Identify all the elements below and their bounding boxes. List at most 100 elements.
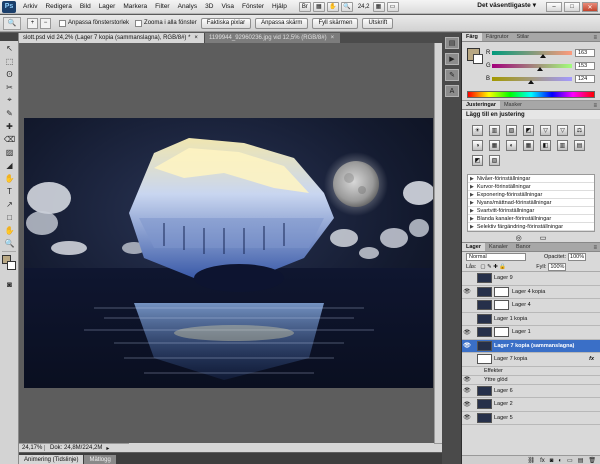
canvas-background[interactable]	[19, 43, 434, 443]
slider-knob[interactable]	[540, 53, 547, 58]
tool-icon[interactable]: 🔍	[2, 237, 17, 249]
menu-item[interactable]: Visa	[217, 3, 238, 10]
menu-item[interactable]: Lager	[95, 3, 120, 10]
adjustment-icon[interactable]: ▥	[489, 125, 500, 136]
tool-icon[interactable]: T	[2, 185, 17, 197]
tool-icon[interactable]: ↖	[2, 42, 17, 54]
adjustment-icon[interactable]: ☀	[472, 125, 483, 136]
preset-item[interactable]: ▶ Svartvitt-förinställningar	[468, 207, 594, 215]
zoom-in-icon[interactable]: +	[27, 17, 38, 29]
zoom-tool-preset-icon[interactable]: 🔍	[3, 16, 21, 30]
zoom-all-checkbox[interactable]: Zooma i alla fönster	[135, 19, 197, 27]
panel-menu-icon[interactable]: ≡	[590, 245, 600, 251]
tool-icon[interactable]: ▨	[2, 146, 17, 158]
zoom-tool-icon[interactable]: 🔍	[340, 1, 353, 12]
chevron-right-icon[interactable]: ▶	[470, 176, 474, 182]
minibridge-icon[interactable]: ▦	[312, 1, 325, 12]
menu-item[interactable]: Analys	[174, 3, 202, 10]
layer-row[interactable]: Lager 9	[462, 272, 600, 286]
tools-panel-header[interactable]	[0, 33, 18, 41]
tool-icon[interactable]: ⬚	[2, 55, 17, 67]
adjustment-icon[interactable]: ◩	[523, 125, 534, 136]
slider-knob[interactable]	[528, 79, 535, 84]
actions-icon[interactable]: ▶	[445, 53, 459, 65]
tool-icon[interactable]: ⌖	[2, 94, 17, 106]
adjustment-icon[interactable]: ◩	[472, 155, 483, 166]
menu-item[interactable]: Filter	[151, 3, 173, 10]
layers-footer-icon[interactable]: ▭	[567, 457, 573, 464]
eye-icon[interactable]: 👁	[462, 401, 472, 408]
tool-icon[interactable]: ⌫	[2, 133, 17, 145]
color-spectrum[interactable]	[467, 91, 595, 98]
zoom-out-icon[interactable]: −	[40, 17, 51, 29]
horizontal-scrollbar[interactable]	[129, 443, 434, 452]
fill-field[interactable]: 100%	[548, 262, 567, 271]
tab-layers[interactable]: Lager	[462, 243, 485, 251]
print-size-button[interactable]: Utskrift	[362, 17, 394, 29]
preset-item[interactable]: ▶ Nyans/mättnad-förinställningar	[468, 199, 594, 207]
preset-item[interactable]: ▶ Exponering-förinställningar	[468, 191, 594, 199]
menu-item[interactable]: Redigera	[41, 3, 75, 10]
document-tab-active[interactable]: slott.psd vid 24,2% (Lager 7 kopia (samm…	[19, 33, 204, 43]
fill-screen-button[interactable]: Fyll skärmen	[312, 17, 359, 29]
layer-effect-row[interactable]: Effekter	[462, 366, 600, 376]
layer-row[interactable]: 👁 Lager 4 kopia	[462, 285, 600, 299]
opacity-field[interactable]: 100%	[568, 253, 587, 261]
adjustment-icon[interactable]: ▽	[557, 125, 568, 136]
layer-row[interactable]: 👁 Lager 6	[462, 384, 600, 398]
document-image[interactable]	[24, 118, 433, 388]
maximize-button[interactable]: □	[564, 2, 580, 12]
menu-item[interactable]: Fönster	[238, 3, 268, 10]
bridge-icon[interactable]: Br	[298, 1, 311, 12]
layer-row[interactable]: 👁 Lager 7 kopia (sammanslagna)	[462, 339, 600, 353]
slider-value-field[interactable]: 124	[575, 74, 595, 83]
adjustment-icon[interactable]: ▦	[523, 140, 534, 151]
eye-icon[interactable]: 👁	[462, 414, 472, 421]
tool-icon[interactable]: ✚	[2, 120, 17, 132]
panel-icon[interactable]: ▭	[540, 234, 547, 242]
status-zoom[interactable]: 24,17%	[19, 445, 45, 451]
actual-pixels-button[interactable]: Faktiska pixlar	[200, 17, 252, 29]
menu-item[interactable]: 3D	[201, 3, 217, 10]
layers-footer-icon[interactable]: 🗑	[588, 457, 596, 464]
checkbox-box[interactable]	[135, 19, 143, 27]
adjustment-icon[interactable]: ◐	[506, 140, 517, 151]
color-swatches[interactable]	[2, 255, 16, 275]
adjustment-icon[interactable]: ⚖	[574, 125, 585, 136]
workspace-switcher[interactable]: Det väsentligaste ▾	[477, 1, 536, 10]
layer-effect-row[interactable]: 👁 Yttre glöd	[462, 375, 600, 385]
chevron-right-icon[interactable]: ▶	[470, 200, 474, 206]
eye-icon[interactable]: 👁	[462, 288, 472, 295]
chevron-right-icon[interactable]: ▶	[470, 208, 474, 214]
tool-icon[interactable]: ✎	[2, 107, 17, 119]
tool-icon[interactable]: □	[2, 211, 17, 223]
adjustment-icon[interactable]: ◧	[540, 140, 551, 151]
zoom-level[interactable]: 24,2	[358, 4, 370, 10]
brush-presets-icon[interactable]: ✎	[445, 69, 459, 81]
screen-mode-icon[interactable]: ▭	[386, 1, 399, 12]
menu-item[interactable]: Arkiv	[19, 3, 41, 10]
document-tab-inactive[interactable]: 1199944_92960236.jpg vid 12,5% (RGB/8#) …	[203, 33, 341, 43]
tool-icon[interactable]: ʘ	[2, 68, 17, 80]
menu-item[interactable]: Bild	[76, 3, 95, 10]
layer-row[interactable]: 👁 Lager 5	[462, 411, 600, 425]
tab-masks[interactable]: Masker	[500, 101, 526, 109]
eye-icon[interactable]: 👁	[462, 376, 472, 383]
close-button[interactable]: ✕	[582, 2, 598, 12]
tab-swatches[interactable]: Färgrutor	[482, 33, 513, 41]
layer-mask-thumbnail[interactable]	[494, 286, 509, 297]
chevron-right-icon[interactable]: ▶	[470, 224, 474, 230]
layer-row[interactable]: Lager 1 kopia	[462, 312, 600, 326]
background-color[interactable]	[7, 261, 16, 270]
layer-row[interactable]: Lager 4	[462, 299, 600, 313]
chevron-right-icon[interactable]: ▶	[470, 184, 474, 190]
preset-item[interactable]: ▶ Selektiv färgändring-förinställningar	[468, 223, 594, 231]
layer-mask-thumbnail[interactable]	[494, 300, 509, 311]
hand-tool-icon[interactable]: ✋	[326, 1, 339, 12]
layers-footer-icon[interactable]: ◙	[550, 458, 554, 464]
eye-icon[interactable]: 👁	[462, 387, 472, 394]
tool-icon[interactable]: ✋	[2, 224, 17, 236]
lock-icon[interactable]: ▢ ✎ ✚ 🔒	[480, 264, 506, 270]
blend-mode-select[interactable]: Normal	[466, 253, 526, 261]
layers-footer-icon[interactable]: fx	[540, 458, 545, 464]
